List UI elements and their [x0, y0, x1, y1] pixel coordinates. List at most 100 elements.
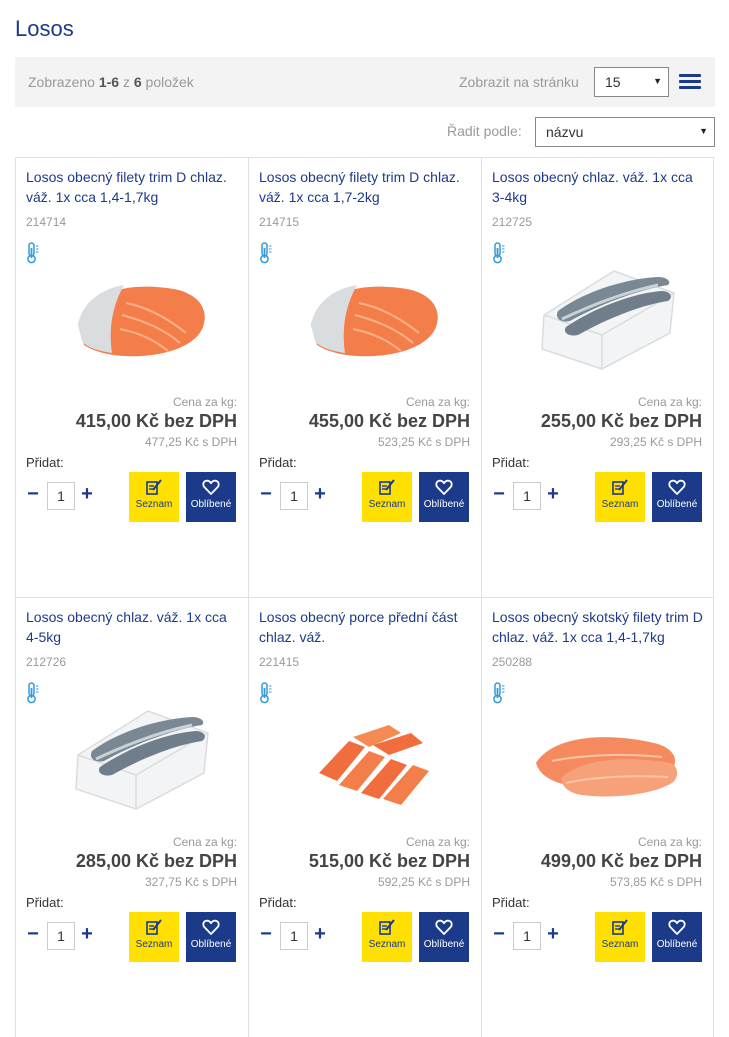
add-to-list-button[interactable]: Seznam [595, 912, 645, 962]
add-to-list-button[interactable]: Seznam [595, 472, 645, 522]
product-card: Losos obecný chlaz. váž. 1x cca 3-4kg 21… [481, 157, 714, 597]
add-to-list-button[interactable]: Seznam [362, 912, 412, 962]
list-edit-icon [612, 919, 628, 935]
price-per-kg-label: Cena za kg: [637, 835, 702, 849]
increase-quantity-button[interactable]: + [546, 483, 560, 506]
add-to-list-button[interactable]: Seznam [129, 912, 179, 962]
product-image[interactable] [289, 703, 449, 813]
product-image[interactable] [56, 703, 216, 813]
add-to-list-label: Seznam [368, 499, 406, 510]
add-to-favorites-button[interactable]: Oblíbené [419, 472, 469, 522]
product-image[interactable] [522, 263, 682, 373]
product-name-link[interactable]: Losos obecný filety trim D chlaz. váž. 1… [259, 167, 474, 207]
perpage-select[interactable]: 15 ▼ [594, 67, 669, 97]
count-total: 6 [133, 74, 142, 90]
count-prefix: Zobrazeno [28, 74, 95, 90]
increase-quantity-button[interactable]: + [546, 923, 560, 946]
quantity-input[interactable]: 1 [280, 922, 308, 950]
increase-quantity-button[interactable]: + [313, 483, 327, 506]
quantity-input[interactable]: 1 [513, 922, 541, 950]
decrease-quantity-button[interactable]: − [259, 483, 273, 506]
listing-toolbar: Zobrazeno 1-6 z 6 položek Zobrazit na st… [15, 57, 715, 107]
add-to-favorites-button[interactable]: Oblíbené [186, 912, 236, 962]
increase-quantity-button[interactable]: + [80, 923, 94, 946]
list-edit-icon [146, 479, 162, 495]
product-name-link[interactable]: Losos obecný chlaz. váž. 1x cca 3-4kg [492, 167, 707, 207]
add-to-list-label: Seznam [601, 499, 639, 510]
add-to-favorites-button[interactable]: Oblíbené [652, 472, 702, 522]
product-code: 214714 [26, 215, 67, 229]
decrease-quantity-button[interactable]: − [492, 483, 506, 506]
price-per-kg-label: Cena za kg: [405, 835, 470, 849]
product-code: 221415 [259, 655, 300, 669]
add-to-favorites-label: Oblíbené [656, 939, 698, 950]
chilled-thermometer-icon [260, 682, 272, 704]
list-edit-icon [612, 479, 628, 495]
add-label: Přidat: [492, 895, 530, 910]
price-without-vat: 515,00 Kč bez DPH [308, 851, 470, 871]
add-to-favorites-button[interactable]: Oblíbené [652, 912, 702, 962]
quantity-input[interactable]: 1 [47, 922, 75, 950]
sort-select[interactable]: názvu ▼ [535, 117, 715, 147]
add-label: Přidat: [259, 455, 297, 470]
add-to-favorites-label: Oblíbené [423, 939, 465, 950]
add-to-list-label: Seznam [135, 499, 173, 510]
price-with-vat: 592,25 Kč s DPH [377, 875, 470, 889]
add-to-list-label: Seznam [601, 939, 639, 950]
quantity-input[interactable]: 1 [47, 482, 75, 510]
product-card: Losos obecný filety trim D chlaz. váž. 1… [15, 157, 248, 597]
heart-icon [202, 479, 220, 495]
price-with-vat: 327,75 Kč s DPH [144, 875, 237, 889]
price-without-vat: 285,00 Kč bez DPH [75, 851, 237, 871]
price-with-vat: 293,25 Kč s DPH [609, 435, 702, 449]
decrease-quantity-button[interactable]: − [492, 923, 506, 946]
price-per-kg-label: Cena za kg: [405, 395, 470, 409]
product-image[interactable] [522, 703, 682, 813]
quantity-input[interactable]: 1 [513, 482, 541, 510]
product-name-link[interactable]: Losos obecný porce přední část chlaz. vá… [259, 607, 474, 647]
add-to-favorites-label: Oblíbené [656, 499, 698, 510]
count-of: z [122, 74, 130, 90]
sort-value: názvu [546, 124, 584, 140]
product-image[interactable] [56, 263, 216, 373]
price-with-vat: 523,25 Kč s DPH [377, 435, 470, 449]
price-with-vat: 477,25 Kč s DPH [144, 435, 237, 449]
product-listing-page: Losos Zobrazeno 1-6 z 6 položek Zobrazit… [0, 0, 729, 1037]
chilled-thermometer-icon [493, 242, 505, 264]
add-to-favorites-label: Oblíbené [190, 939, 232, 950]
price-without-vat: 499,00 Kč bez DPH [540, 851, 702, 871]
decrease-quantity-button[interactable]: − [26, 483, 40, 506]
product-name-link[interactable]: Losos obecný skotský filety trim D chlaz… [492, 607, 707, 647]
product-grid: Losos obecný filety trim D chlaz. váž. 1… [15, 157, 715, 1037]
product-card: Losos obecný chlaz. váž. 1x cca 4-5kg 21… [15, 597, 248, 1037]
add-to-favorites-button[interactable]: Oblíbené [419, 912, 469, 962]
add-to-favorites-button[interactable]: Oblíbené [186, 472, 236, 522]
list-edit-icon [379, 479, 395, 495]
chevron-down-icon: ▼ [699, 126, 708, 136]
product-card: Losos obecný skotský filety trim D chlaz… [481, 597, 714, 1037]
decrease-quantity-button[interactable]: − [259, 923, 273, 946]
price-per-kg-label: Cena za kg: [637, 395, 702, 409]
product-name-link[interactable]: Losos obecný filety trim D chlaz. váž. 1… [26, 167, 241, 207]
product-name-link[interactable]: Losos obecný chlaz. váž. 1x cca 4-5kg [26, 607, 241, 647]
increase-quantity-button[interactable]: + [80, 483, 94, 506]
add-label: Přidat: [259, 895, 297, 910]
list-view-icon[interactable] [679, 74, 701, 90]
add-to-list-button[interactable]: Seznam [129, 472, 179, 522]
add-to-list-button[interactable]: Seznam [362, 472, 412, 522]
quantity-input[interactable]: 1 [280, 482, 308, 510]
price-per-kg-label: Cena za kg: [172, 395, 237, 409]
product-code: 212725 [492, 215, 533, 229]
item-count: Zobrazeno 1-6 z 6 položek [28, 74, 194, 90]
price-without-vat: 415,00 Kč bez DPH [75, 411, 237, 431]
chilled-thermometer-icon [260, 242, 272, 264]
decrease-quantity-button[interactable]: − [26, 923, 40, 946]
add-label: Přidat: [26, 455, 64, 470]
increase-quantity-button[interactable]: + [313, 923, 327, 946]
add-to-list-label: Seznam [135, 939, 173, 950]
count-suffix: položek [145, 74, 194, 90]
product-image[interactable] [289, 263, 449, 373]
heart-icon [668, 479, 686, 495]
count-range: 1-6 [98, 74, 120, 90]
add-label: Přidat: [492, 455, 530, 470]
